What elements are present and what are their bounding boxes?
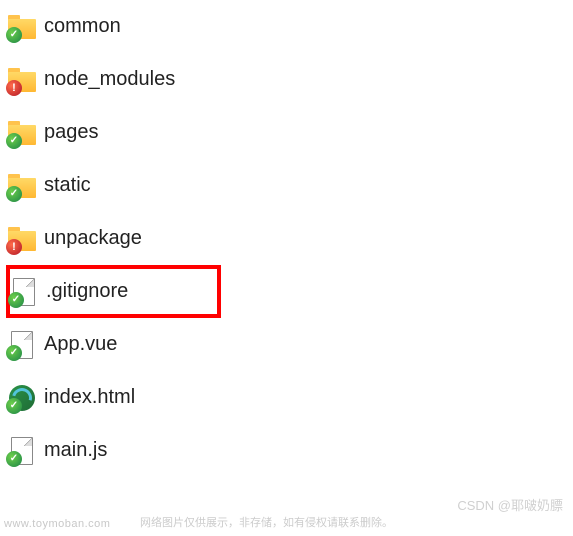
- file-name-label: .gitignore: [46, 280, 128, 303]
- list-item[interactable]: main.js: [6, 424, 573, 477]
- status-ok-icon: [6, 398, 22, 414]
- file-icon: [8, 437, 36, 465]
- watermark-disclaimer: 网络图片仅供展示，非存储，如有侵权请联系删除。: [140, 514, 393, 530]
- watermark-author: CSDN @耶啵奶膘: [457, 495, 563, 514]
- folder-icon: [8, 119, 36, 147]
- list-item-highlighted[interactable]: .gitignore: [6, 265, 221, 318]
- status-ok-icon: [8, 292, 24, 308]
- folder-icon: [8, 66, 36, 94]
- watermark-site: www.toymoban.com: [4, 518, 110, 530]
- list-item[interactable]: common: [6, 0, 573, 53]
- file-name-label: unpackage: [44, 227, 142, 250]
- file-icon: [10, 278, 38, 306]
- list-item[interactable]: pages: [6, 106, 573, 159]
- file-name-label: node_modules: [44, 68, 175, 91]
- status-ok-icon: [6, 186, 22, 202]
- folder-icon: [8, 13, 36, 41]
- status-ok-icon: [6, 27, 22, 43]
- file-name-label: common: [44, 15, 121, 38]
- file-name-label: pages: [44, 121, 99, 144]
- status-ok-icon: [6, 133, 22, 149]
- file-name-label: index.html: [44, 386, 135, 409]
- vue-file-icon: [8, 331, 36, 359]
- status-error-icon: [6, 80, 22, 96]
- status-ok-icon: [6, 345, 22, 361]
- file-name-label: main.js: [44, 439, 107, 462]
- list-item[interactable]: index.html: [6, 371, 573, 424]
- html-file-icon: [8, 384, 36, 412]
- folder-icon: [8, 225, 36, 253]
- file-list: common node_modules pages static unpacka…: [6, 0, 573, 477]
- status-error-icon: [6, 239, 22, 255]
- list-item[interactable]: unpackage: [6, 212, 573, 265]
- status-ok-icon: [6, 451, 22, 467]
- list-item[interactable]: App.vue: [6, 318, 573, 371]
- list-item[interactable]: node_modules: [6, 53, 573, 106]
- file-name-label: App.vue: [44, 333, 117, 356]
- list-item[interactable]: static: [6, 159, 573, 212]
- file-name-label: static: [44, 174, 91, 197]
- folder-icon: [8, 172, 36, 200]
